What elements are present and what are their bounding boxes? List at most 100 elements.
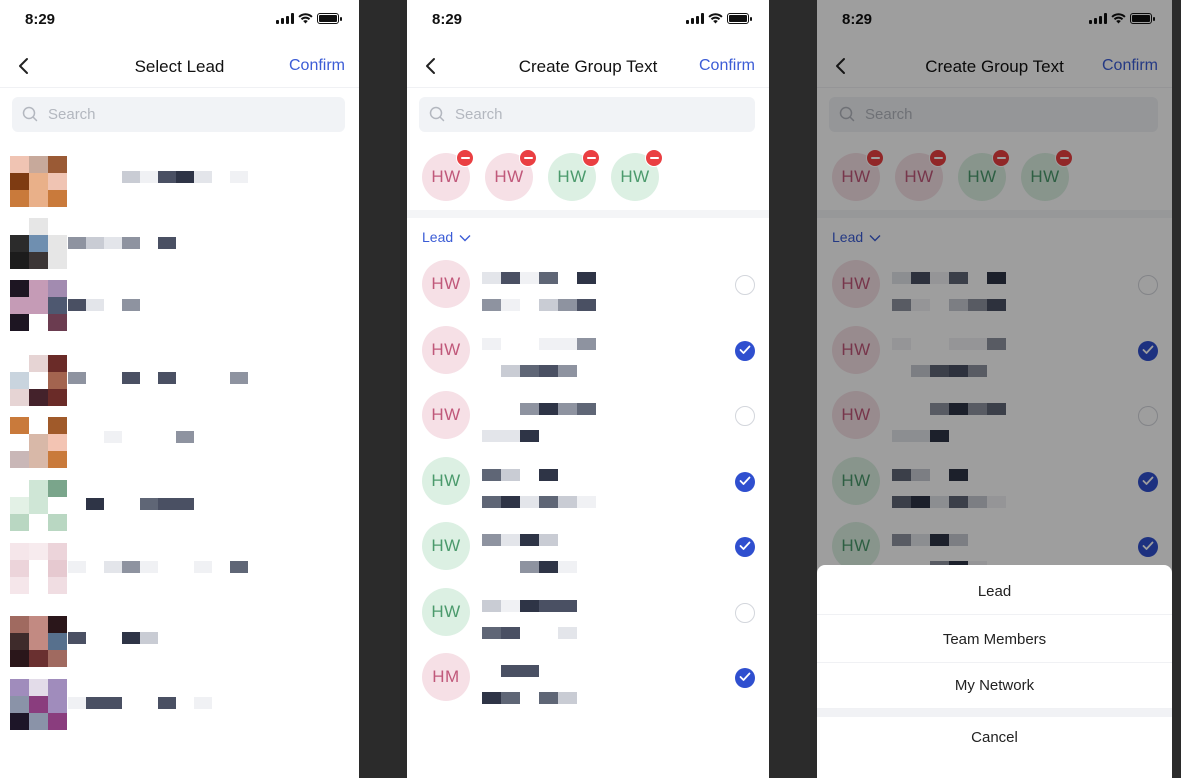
redacted-block — [29, 679, 48, 696]
redacted-block — [539, 534, 558, 546]
redacted-block — [482, 430, 501, 442]
search-bar[interactable] — [419, 97, 755, 132]
redacted-block — [539, 337, 558, 350]
redacted-block — [577, 495, 596, 508]
remove-icon[interactable] — [519, 149, 537, 167]
contact-row[interactable]: HW — [407, 325, 769, 382]
select-radio[interactable] — [735, 340, 755, 361]
redacted-block — [482, 468, 501, 481]
confirm-button[interactable]: Confirm — [289, 57, 345, 75]
battery-icon — [727, 12, 752, 24]
redacted-block — [158, 697, 176, 709]
redacted-block — [520, 403, 539, 415]
list-item[interactable] — [0, 543, 359, 595]
redacted-block — [501, 665, 520, 677]
redacted-block — [539, 599, 558, 612]
redacted-block — [520, 534, 539, 546]
list-item[interactable] — [0, 280, 359, 332]
search-input[interactable] — [455, 97, 747, 132]
redacted-block — [176, 171, 194, 183]
redacted-block — [104, 561, 122, 573]
redacted-block — [48, 514, 67, 531]
select-lead-screen: 8:29 Select Lead Confirm — [0, 0, 359, 778]
remove-icon[interactable] — [645, 149, 663, 167]
redacted-block — [577, 337, 596, 350]
redacted-block — [10, 514, 29, 531]
redacted-block — [140, 561, 158, 573]
redacted-block — [10, 497, 29, 514]
redacted-block — [29, 297, 48, 314]
redacted-block — [140, 498, 158, 510]
redacted-block — [10, 696, 29, 713]
contact-row[interactable]: HW — [407, 260, 769, 316]
redacted-block — [10, 577, 29, 594]
redacted-block — [501, 599, 520, 612]
status-icons — [276, 12, 342, 24]
redacted-block — [68, 697, 86, 709]
sheet-cancel-button[interactable]: Cancel — [817, 715, 1172, 761]
status-time: 8:29 — [432, 11, 463, 28]
redacted-block — [482, 337, 501, 350]
sheet-option-team-members[interactable]: Team Members — [817, 617, 1172, 663]
list-item[interactable] — [0, 679, 359, 731]
select-radio[interactable] — [735, 471, 755, 492]
list-item[interactable] — [0, 218, 359, 270]
redacted-block — [29, 497, 48, 514]
select-radio[interactable] — [735, 602, 755, 623]
redacted-block — [48, 633, 67, 650]
redacted-block — [86, 697, 104, 709]
redacted-block — [140, 632, 158, 644]
sheet-option-lead[interactable]: Lead — [817, 569, 1172, 615]
check-icon — [739, 342, 751, 360]
list-item[interactable] — [0, 156, 359, 208]
redacted-block — [10, 314, 29, 331]
redacted-block — [48, 543, 67, 560]
select-radio[interactable] — [735, 406, 755, 426]
redacted-block — [558, 364, 577, 377]
contact-row[interactable]: HW — [407, 456, 769, 513]
contact-row[interactable]: HW — [407, 587, 769, 644]
redacted-block — [122, 632, 140, 644]
remove-icon[interactable] — [456, 149, 474, 167]
check-icon — [739, 669, 751, 687]
contact-row[interactable]: HM — [407, 653, 769, 709]
remove-icon[interactable] — [582, 149, 600, 167]
create-group-text-screen: 8:29 Create Group Text Confirm HWHWHWHW … — [407, 0, 769, 778]
redacted-block — [501, 495, 520, 508]
redacted-block — [558, 299, 577, 311]
contact-row[interactable]: HW — [407, 391, 769, 447]
redacted-block — [539, 561, 558, 573]
avatar: HW — [422, 587, 470, 636]
confirm-button[interactable]: Confirm — [699, 57, 755, 75]
redacted-block — [10, 372, 29, 389]
avatar: HW — [422, 325, 470, 374]
redacted-block — [86, 237, 104, 249]
redacted-block — [539, 272, 558, 284]
lead-filter-dropdown[interactable]: Lead — [422, 229, 471, 245]
redacted-block — [68, 632, 86, 644]
redacted-block — [520, 272, 539, 284]
list-item[interactable] — [0, 417, 359, 469]
redacted-block — [520, 561, 539, 573]
list-item[interactable] — [0, 355, 359, 407]
redacted-block — [520, 364, 539, 377]
signal-icon — [276, 12, 294, 24]
select-radio[interactable] — [735, 537, 755, 557]
list-item[interactable] — [0, 480, 359, 532]
redacted-block — [48, 560, 67, 577]
redacted-block — [48, 679, 67, 696]
search-bar[interactable] — [12, 97, 345, 132]
search-input[interactable] — [48, 97, 337, 132]
list-item[interactable] — [0, 616, 359, 668]
select-radio[interactable] — [735, 275, 755, 295]
contact-row[interactable]: HW — [407, 522, 769, 578]
battery-icon — [317, 12, 342, 24]
redacted-block — [48, 355, 67, 372]
sheet-option-my-network[interactable]: My Network — [817, 663, 1172, 709]
redacted-block — [29, 633, 48, 650]
select-radio[interactable] — [735, 668, 755, 688]
avatar-initials: HW — [431, 274, 461, 293]
redacted-block — [122, 299, 140, 311]
redacted-block — [68, 561, 86, 573]
redacted-block — [29, 156, 48, 173]
